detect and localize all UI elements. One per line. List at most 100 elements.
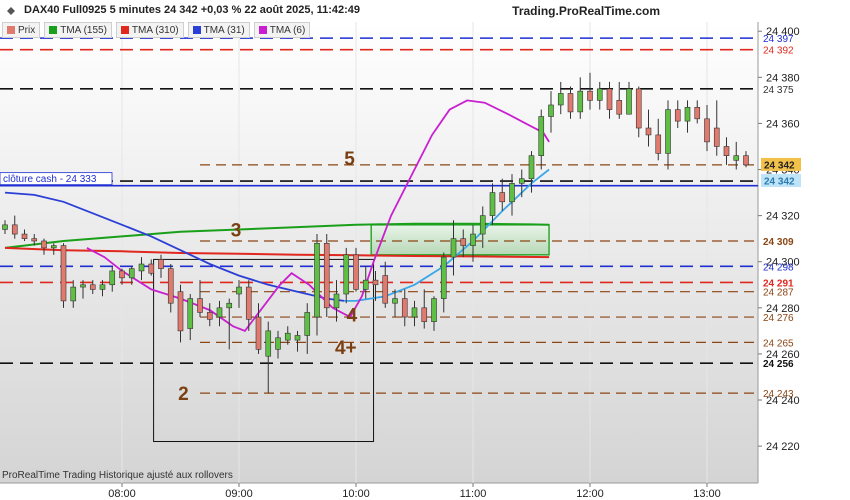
candle-body <box>255 316 262 350</box>
candle-body <box>167 268 174 304</box>
indicator-legend: Prix TMA (155) TMA (310) TMA (31) TMA (6… <box>2 22 311 38</box>
wave-label: 4 <box>347 306 358 327</box>
candle-body <box>99 284 106 290</box>
candle-body <box>460 238 467 246</box>
level-label: 24 243 <box>763 389 794 400</box>
legend-swatch <box>49 26 58 34</box>
legend-label: TMA (310) <box>131 24 179 36</box>
candle-body <box>70 286 77 302</box>
candle-body <box>372 279 379 286</box>
candle-body <box>343 254 350 295</box>
level-label: 24 265 <box>763 338 794 349</box>
candle-body <box>265 330 272 357</box>
candle-body <box>109 270 116 286</box>
legend-item-tma-155[interactable]: TMA (155) <box>44 22 112 38</box>
chart-header: DAX40 Full0925 5 minutes 24 342 +0,03 % … <box>0 0 758 22</box>
candle-body <box>401 298 408 318</box>
wave-label: 5 <box>344 149 355 170</box>
y-tick-label: 24 360 <box>766 118 800 130</box>
legend-item-tma-310[interactable]: TMA (310) <box>115 22 184 38</box>
candle-body <box>50 245 57 249</box>
x-tick-label: 09:00 <box>225 488 253 500</box>
y-tick-label: 24 320 <box>766 211 800 223</box>
candle-body <box>392 298 398 304</box>
legend-swatch <box>192 26 201 34</box>
level-label: 24 397 <box>763 34 794 45</box>
x-tick-label: 10:00 <box>342 488 370 500</box>
candle-body <box>323 242 330 309</box>
candle-body <box>626 88 632 115</box>
candle-body <box>606 88 613 110</box>
legend-label: Prix <box>18 24 36 36</box>
price-chart[interactable]: clôture cash - 24 333 2 3 4 4+ 5 24 220 24 24… <box>0 0 850 500</box>
level-label: 24 392 <box>763 46 794 57</box>
footer-note: ProRealTime Trading Historique ajusté au… <box>2 470 233 481</box>
level-label: 24 309 <box>763 237 794 248</box>
candle-body <box>226 302 233 309</box>
candle-body <box>684 106 691 122</box>
level-label: 24 276 <box>763 313 794 324</box>
legend-swatch <box>258 26 267 34</box>
candle-body <box>411 307 418 318</box>
candle-body <box>704 118 710 143</box>
legend-swatch <box>120 26 129 34</box>
candle-body <box>713 127 720 147</box>
candle-body <box>362 279 369 290</box>
legend-item-tma-31[interactable]: TMA (31) <box>187 22 250 38</box>
candle-body <box>275 337 281 350</box>
candle-body <box>635 88 642 129</box>
level-label: 24 375 <box>763 85 794 96</box>
candle-body <box>148 263 155 274</box>
candle-body <box>294 335 301 341</box>
candle-body <box>421 307 428 322</box>
candle-body <box>509 183 515 203</box>
candle-body <box>577 90 584 113</box>
legend-item-tma-6[interactable]: TMA (6) <box>253 22 311 38</box>
candle-body <box>733 155 740 161</box>
candle-body <box>548 104 554 117</box>
candle-body <box>236 286 242 295</box>
candle-body <box>206 312 213 320</box>
candle-body <box>119 270 125 279</box>
candle-body <box>41 240 47 249</box>
level-label: 24 256 <box>763 359 794 370</box>
legend-label: TMA (155) <box>60 24 107 36</box>
candle-body <box>723 146 730 156</box>
candle-body <box>431 298 437 322</box>
candle-body <box>674 109 681 122</box>
candle-body <box>528 155 535 180</box>
candle-body <box>11 224 18 235</box>
candle-body <box>470 233 476 246</box>
support-zone <box>370 224 550 256</box>
price-tag-label: 24 342 <box>764 160 795 171</box>
candle-body <box>645 127 652 136</box>
candle-body <box>80 284 86 288</box>
candle-body <box>21 233 28 239</box>
candle-body <box>587 90 593 101</box>
candle-body <box>60 245 67 302</box>
candle-body <box>596 88 603 101</box>
x-tick-label: 08:00 <box>108 488 136 500</box>
candle-body <box>89 284 96 290</box>
legend-item-price[interactable]: Prix <box>2 22 41 38</box>
price-tag-label: 24 342 <box>764 177 795 188</box>
wave-label: 3 <box>231 220 242 241</box>
candle-body <box>489 192 496 216</box>
candle-body <box>557 93 564 106</box>
candle-body <box>538 116 545 156</box>
instrument-title: DAX40 Full0925 5 minutes 24 342 +0,03 % … <box>24 4 360 16</box>
candle-body <box>655 134 662 154</box>
legend-label: TMA (6) <box>269 24 306 36</box>
candle-body <box>245 286 252 320</box>
candle-body <box>187 298 194 329</box>
legend-label: TMA (31) <box>203 24 245 36</box>
candle-body <box>314 242 320 318</box>
candle-body <box>382 275 389 304</box>
x-tick-label: 11:00 <box>460 488 487 500</box>
level-label: 24 298 <box>763 262 794 273</box>
candle-body <box>128 268 135 279</box>
wave-label: 4+ <box>335 338 357 359</box>
expand-icon[interactable] <box>6 6 16 16</box>
y-tick-label: 24 220 <box>766 441 800 453</box>
candle-body <box>284 332 291 341</box>
